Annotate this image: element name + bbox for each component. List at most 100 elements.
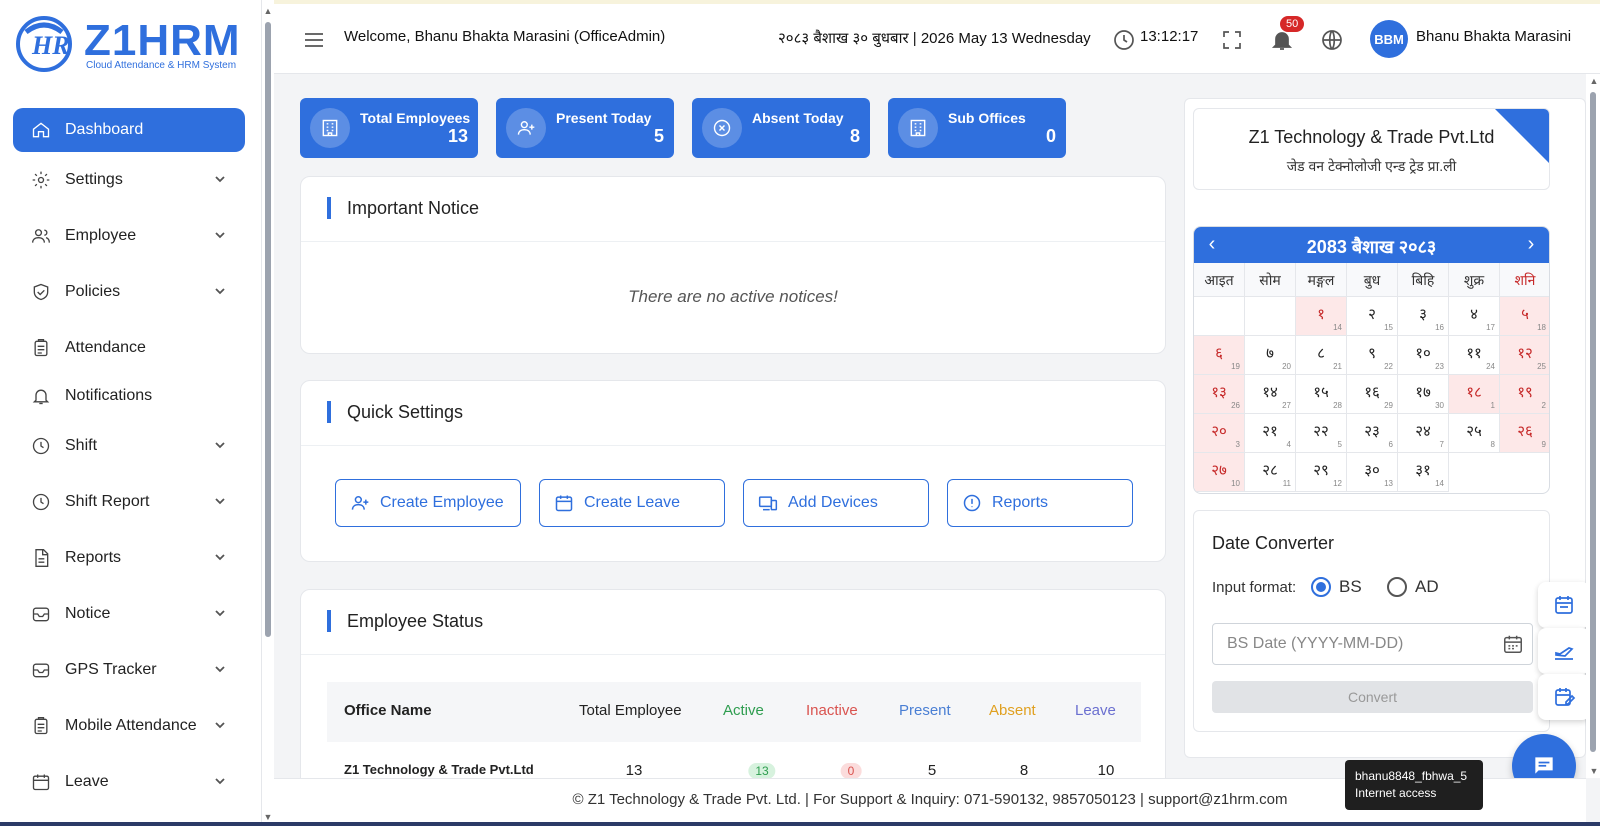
chevron-down-icon[interactable]: [213, 284, 227, 298]
users-icon: [31, 226, 51, 246]
calendar-day[interactable]: २४ 7: [1398, 414, 1449, 453]
chevron-down-icon[interactable]: [213, 438, 227, 452]
calendar-day[interactable]: १८ 1: [1449, 375, 1500, 414]
calendar-day[interactable]: ३१ 14: [1398, 453, 1449, 492]
calendar-day[interactable]: १० 23: [1398, 336, 1449, 375]
sidebar-scroll-thumb[interactable]: [265, 22, 271, 637]
quick-create-employee-button[interactable]: Create Employee: [335, 479, 521, 527]
calendar-day[interactable]: ३० 13: [1347, 453, 1398, 492]
weekday-label: आइत: [1194, 263, 1245, 297]
calendar-day[interactable]: ६ 19: [1194, 336, 1245, 375]
sidebar-item-mobile-attendance[interactable]: Mobile Attendance: [13, 704, 245, 748]
calendar-day[interactable]: १९ 2: [1500, 375, 1549, 414]
day-number-english: 24: [1486, 362, 1495, 371]
sidebar-scrollbar[interactable]: ▲ ▼: [262, 0, 274, 826]
notification-badge: 50: [1280, 16, 1305, 32]
chat-icon: [1535, 757, 1553, 774]
calendar-day[interactable]: २२ 5: [1296, 414, 1347, 453]
chevron-down-icon[interactable]: [213, 662, 227, 676]
calendar-icon: [1555, 596, 1573, 614]
calendar-day[interactable]: १४ 27: [1245, 375, 1296, 414]
chevron-down-icon[interactable]: [213, 774, 227, 788]
float-edit-calendar-button[interactable]: [1538, 674, 1590, 720]
sidebar-item-dashboard[interactable]: Dashboard: [13, 108, 245, 152]
float-travel-button[interactable]: [1538, 628, 1590, 674]
convert-button[interactable]: Convert: [1212, 681, 1533, 713]
radio-ad-label[interactable]: AD: [1415, 577, 1439, 597]
stat-card-absent-today[interactable]: Absent Today 8: [692, 98, 870, 158]
sidebar-item-label: Policies: [65, 283, 121, 300]
radio-bs[interactable]: [1311, 577, 1331, 597]
calendar-day[interactable]: १ 14: [1296, 297, 1347, 336]
stat-card-present-today[interactable]: Present Today 5: [496, 98, 674, 158]
calendar-day[interactable]: २५ 8: [1449, 414, 1500, 453]
sidebar-item-gps-tracker[interactable]: GPS Tracker: [13, 648, 245, 692]
quick-add-devices-button[interactable]: Add Devices: [743, 479, 929, 527]
day-number-english: 20: [1282, 362, 1291, 371]
main-scroll-thumb[interactable]: [1590, 92, 1596, 752]
day-number-nepali: १४: [1262, 384, 1278, 401]
chevron-down-icon[interactable]: [213, 550, 227, 564]
calendar-day[interactable]: २० 3: [1194, 414, 1245, 453]
calendar-day[interactable]: १६ 29: [1347, 375, 1398, 414]
menu-toggle-icon[interactable]: [302, 28, 326, 52]
chevron-down-icon[interactable]: [213, 172, 227, 186]
globe-icon[interactable]: [1320, 28, 1344, 52]
brand-logo[interactable]: HR Z1HRM Cloud Attendance & HRM System: [12, 10, 252, 76]
notice-panel: Important Notice There are no active not…: [300, 176, 1166, 354]
sidebar-item-employee[interactable]: Employee: [13, 214, 245, 258]
sidebar-item-policies[interactable]: Policies: [13, 270, 245, 314]
sidebar-item-notifications[interactable]: Notifications: [13, 374, 245, 418]
calendar-day[interactable]: २६ 9: [1500, 414, 1549, 453]
chevron-down-icon[interactable]: [213, 228, 227, 242]
quick-create-leave-button[interactable]: Create Leave: [539, 479, 725, 527]
calendar-day[interactable]: ११ 24: [1449, 336, 1500, 375]
chevron-down-icon[interactable]: [213, 718, 227, 732]
radio-bs-label[interactable]: BS: [1339, 577, 1362, 597]
day-number-nepali: ७: [1266, 345, 1274, 362]
quick-reports-button[interactable]: Reports: [947, 479, 1133, 527]
day-number-nepali: ३०: [1364, 462, 1380, 479]
stat-card-total-employees[interactable]: Total Employees 13: [300, 98, 478, 158]
company-card: Z1 Technology & Trade Pvt.Ltd जेड वन टेक…: [1193, 108, 1550, 190]
sidebar-item-shift[interactable]: Shift: [13, 424, 245, 468]
calendar-next-button[interactable]: ›: [1519, 233, 1543, 256]
calendar-day[interactable]: २८ 11: [1245, 453, 1296, 492]
calendar-day[interactable]: १७ 30: [1398, 375, 1449, 414]
sidebar-item-shift-report[interactable]: Shift Report: [13, 480, 245, 524]
calendar-day[interactable]: ५ 18: [1500, 297, 1549, 336]
calendar-day[interactable]: २३ 6: [1347, 414, 1398, 453]
fullscreen-icon[interactable]: [1220, 28, 1244, 52]
sidebar-item-reports[interactable]: Reports: [13, 536, 245, 580]
main-scrollbar[interactable]: ▲ ▼: [1586, 74, 1600, 778]
stat-card-sub-offices[interactable]: Sub Offices 0: [888, 98, 1066, 158]
calendar-picker-icon[interactable]: [1502, 633, 1524, 655]
calendar-day[interactable]: १२ 25: [1500, 336, 1549, 375]
calendar-day[interactable]: २१ 4: [1245, 414, 1296, 453]
calendar-day[interactable]: १५ 28: [1296, 375, 1347, 414]
day-number-nepali: १३: [1211, 384, 1227, 401]
sidebar-item-notice[interactable]: Notice: [13, 592, 245, 636]
float-calendar-button[interactable]: [1538, 582, 1590, 628]
calendar-day[interactable]: ९ 22: [1347, 336, 1398, 375]
calendar-day[interactable]: १३ 26: [1194, 375, 1245, 414]
sidebar-item-settings[interactable]: Settings: [13, 158, 245, 202]
chevron-down-icon[interactable]: [213, 494, 227, 508]
bs-date-input[interactable]: [1212, 623, 1533, 665]
sidebar-item-leave[interactable]: Leave: [13, 760, 245, 804]
chevron-down-icon[interactable]: [213, 606, 227, 620]
calendar-day[interactable]: २ 15: [1347, 297, 1398, 336]
calendar-day[interactable]: २७ 10: [1194, 453, 1245, 492]
calendar-day[interactable]: ३ 16: [1398, 297, 1449, 336]
radio-ad[interactable]: [1387, 577, 1407, 597]
calendar-day[interactable]: ७ 20: [1245, 336, 1296, 375]
calendar-day[interactable]: ८ 21: [1296, 336, 1347, 375]
day-number-nepali: २८: [1262, 462, 1278, 479]
avatar[interactable]: BBM: [1370, 20, 1408, 58]
column-header: Absent: [989, 702, 1036, 719]
day-number-english: 27: [1282, 401, 1291, 410]
calendar-day[interactable]: २९ 12: [1296, 453, 1347, 492]
sidebar-item-attendance[interactable]: Attendance: [13, 326, 245, 370]
calendar-day[interactable]: ४ 17: [1449, 297, 1500, 336]
user-name[interactable]: Bhanu Bhakta Marasini: [1416, 28, 1571, 45]
